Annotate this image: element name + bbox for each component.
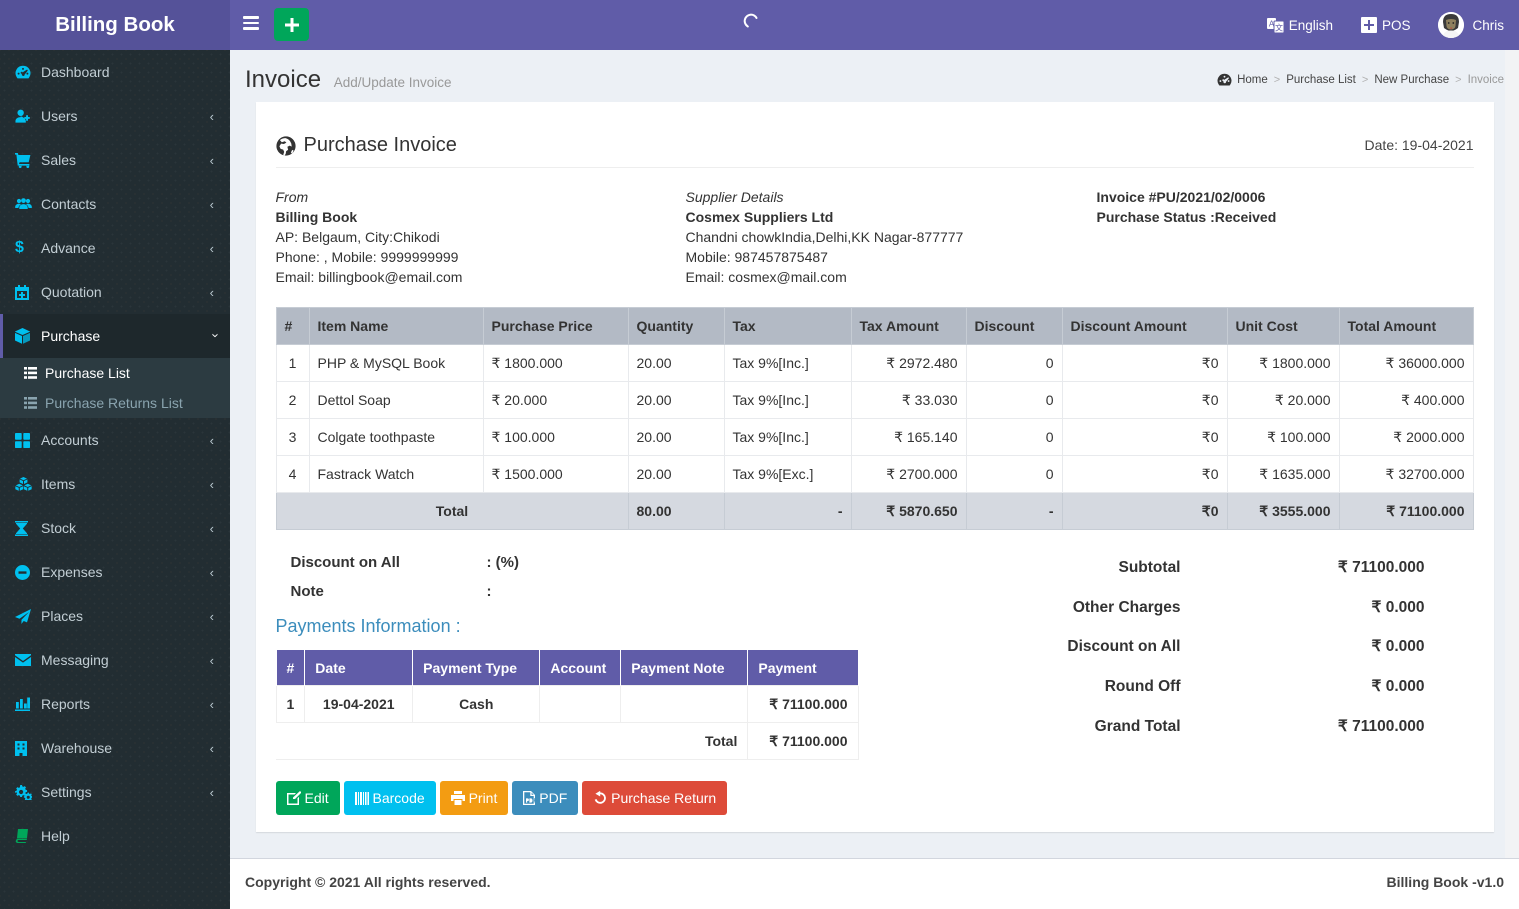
svg-text:文: 文 [1275,22,1283,32]
